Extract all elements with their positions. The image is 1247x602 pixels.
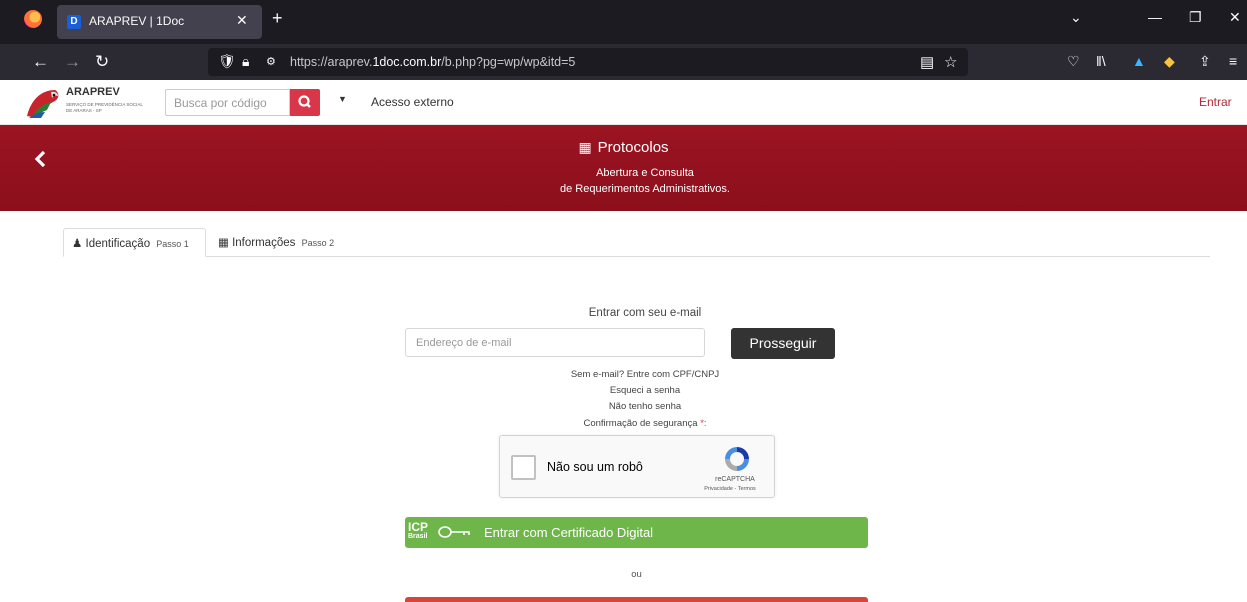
continue-button[interactable]: Prosseguir <box>731 328 835 359</box>
dropdown-caret-icon[interactable]: ▼ <box>338 94 347 104</box>
extension-icon[interactable]: ▲ <box>1132 53 1146 69</box>
recaptcha-label: Não sou um robô <box>547 460 643 474</box>
url-text[interactable]: https://araprev.1doc.com.br/b.php?pg=wp/… <box>290 55 575 69</box>
digital-certificate-button[interactable]: ICP Brasil Entrar com Certificado Digita… <box>405 517 868 548</box>
code-search-input[interactable]: Busca por código <box>165 89 290 116</box>
pocket-icon[interactable]: ♡ <box>1067 53 1080 70</box>
browser-window: D ARAPREV | 1Doc ✕ + ⌄ — ❐ ✕ ← → ↻ 🛡 🔒︎ … <box>0 0 1247 602</box>
user-icon: ♟ <box>72 238 83 250</box>
cpf-login-link[interactable]: Sem e-mail? Entre com CPF/CNPJ <box>0 369 1247 380</box>
reader-icon[interactable]: ▤ <box>920 53 934 71</box>
menu-icon[interactable]: ≡ <box>1229 53 1237 69</box>
forward-icon[interactable]: → <box>64 52 81 72</box>
step-tabs: ♟ Identificação Passo 1 ▦ Informações Pa… <box>63 228 1210 257</box>
tab-favicon-icon: D <box>67 15 81 29</box>
reload-icon[interactable]: ↻ <box>95 52 109 72</box>
alternative-login-button[interactable] <box>405 597 868 602</box>
email-field[interactable]: Endereço de e-mail <box>405 328 705 357</box>
icp-brasil-logo: ICP Brasil <box>408 520 429 540</box>
lock-icon[interactable]: 🔒︎ <box>242 53 255 70</box>
tab-identificacao[interactable]: ♟ Identificação Passo 1 <box>63 228 206 257</box>
recaptcha-logo-icon <box>725 447 749 471</box>
tab-list-icon[interactable]: ⌄ <box>1070 9 1082 26</box>
tab-label: Informações <box>232 237 296 249</box>
recaptcha-brand: reCAPTCHA <box>715 476 755 483</box>
navigation-bar: ← → ↻ 🛡 🔒︎ ⚙ https://araprev.1doc.com.br… <box>0 44 1247 80</box>
search-icon <box>298 95 311 108</box>
address-bar[interactable]: 🛡 🔒︎ ⚙ https://araprev.1doc.com.br/b.php… <box>208 48 968 76</box>
extension-icon[interactable]: ◆ <box>1164 53 1175 70</box>
page-subtitle: de Requerimentos Administrativos. <box>560 183 730 195</box>
required-mark: *: <box>700 418 707 429</box>
close-tab-icon[interactable]: ✕ <box>236 12 248 29</box>
recaptcha-checkbox[interactable] <box>511 455 536 480</box>
browser-tab[interactable]: D ARAPREV | 1Doc ✕ <box>57 5 262 39</box>
recaptcha-links[interactable]: Privacidade - Termos <box>690 486 770 492</box>
permissions-icon[interactable]: ⚙ <box>266 55 282 68</box>
tab-step: Passo 2 <box>301 238 335 248</box>
external-access-link[interactable]: Acesso externo <box>371 95 454 109</box>
macaw-logo-icon[interactable] <box>25 86 61 120</box>
certificate-label: Entrar com Certificado Digital <box>484 525 654 540</box>
shield-icon[interactable]: 🛡 <box>218 53 242 70</box>
page-subtitle: Abertura e Consulta <box>596 167 694 179</box>
separator-text: ou <box>631 569 642 580</box>
tab-label: Identificação <box>85 238 151 250</box>
security-label: Confirmação de segurança *: <box>583 418 707 429</box>
restore-icon[interactable]: ❐ <box>1189 9 1202 26</box>
logo-title: ARAPREV <box>66 86 120 98</box>
site-header: ARAPREV SERVIÇO DE PREVIDÊNCIA SOCIAL DE… <box>0 80 1247 125</box>
new-tab-icon[interactable]: + <box>272 8 283 29</box>
minimize-icon[interactable]: — <box>1148 9 1162 25</box>
logo-subtitle: SERVIÇO DE PREVIDÊNCIA SOCIAL DE ARARAS … <box>66 102 143 113</box>
no-password-link[interactable]: Não tenho senha <box>0 401 1247 412</box>
tab-title: ARAPREV | 1Doc <box>89 14 185 28</box>
recaptcha-widget: Não sou um robô reCAPTCHA Privacidade - … <box>499 435 775 498</box>
login-link[interactable]: Entrar <box>1199 95 1232 109</box>
share-icon[interactable]: ⇪ <box>1199 53 1211 70</box>
qr-code-icon: ▦ <box>218 237 229 249</box>
library-icon[interactable]: ‖\ <box>1096 53 1106 69</box>
page-banner: ▦ Protocolos Abertura e Consulta de Reque… <box>0 125 1247 211</box>
search-button[interactable] <box>290 89 320 116</box>
close-window-icon[interactable]: ✕ <box>1229 9 1241 26</box>
key-icon <box>438 526 470 538</box>
back-icon[interactable]: ← <box>32 52 49 72</box>
firefox-icon[interactable] <box>24 10 42 28</box>
qr-code-icon: ▦ <box>578 139 592 155</box>
star-icon[interactable]: ☆ <box>944 53 957 71</box>
tab-step: Passo 1 <box>156 239 189 249</box>
page-title: ▦ Protocolos <box>578 139 669 156</box>
login-title: Entrar com seu e-mail <box>588 307 702 319</box>
forgot-password-link[interactable]: Esqueci a senha <box>0 385 1247 396</box>
tab-bar: D ARAPREV | 1Doc ✕ + ⌄ — ❐ ✕ <box>0 0 1247 44</box>
tab-informacoes[interactable]: ▦ Informações Passo 2 <box>210 228 342 257</box>
